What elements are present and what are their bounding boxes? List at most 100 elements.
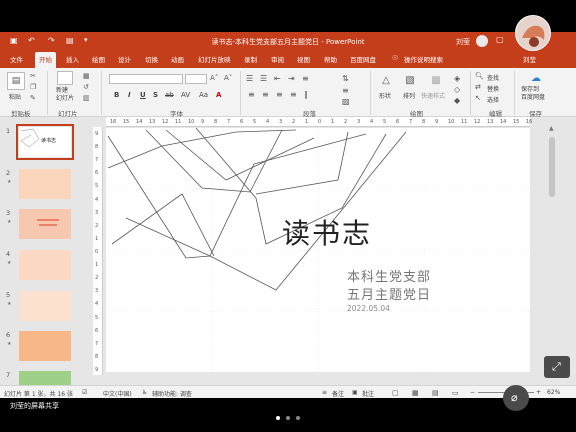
zoom-in-icon[interactable]: + xyxy=(536,389,541,396)
slide-thumbnail-5[interactable] xyxy=(19,291,71,321)
zoom-level[interactable]: 62% xyxy=(547,389,560,396)
cut-icon[interactable]: ✂ xyxy=(30,72,36,80)
shape-fill-icon[interactable]: ◈ xyxy=(454,74,460,83)
slide-canvas[interactable]: 读书志 本科生党支部 五月主题党日 2022.05.04 xyxy=(106,128,530,372)
find-icon[interactable]: 🔍︎ xyxy=(475,72,484,80)
tab-record[interactable]: 录制 xyxy=(244,54,257,64)
replace-button[interactable]: 替换 xyxy=(487,84,499,93)
slide-title[interactable]: 读书志 xyxy=(282,212,372,252)
tab-transitions[interactable]: 切换 xyxy=(145,54,158,64)
select-button[interactable]: 选择 xyxy=(487,95,499,104)
new-slide-button[interactable]: 新建 幻灯片 xyxy=(56,87,74,103)
slide-thumbnail-2[interactable] xyxy=(19,169,71,199)
spelling-check-icon[interactable]: ☑ xyxy=(82,389,87,396)
align-right-icon[interactable]: ≡ xyxy=(276,90,283,99)
align-left-icon[interactable]: ≡ xyxy=(248,90,255,99)
shape-effects-icon[interactable]: ◆ xyxy=(454,96,460,105)
scroll-up-icon[interactable]: ▲ xyxy=(549,125,554,132)
copy-icon[interactable]: ❐ xyxy=(30,83,36,91)
slide-sorter-icon[interactable]: ▦ xyxy=(412,389,419,397)
font-color-icon[interactable]: A xyxy=(216,91,221,99)
text-direction-icon[interactable]: ⇅ xyxy=(342,74,349,83)
smartart-icon[interactable]: ▨ xyxy=(342,97,350,106)
comments-button[interactable]: 批注 xyxy=(362,389,374,398)
page-indicator-dot[interactable] xyxy=(296,416,300,420)
accessibility-icon[interactable]: ♿ xyxy=(142,389,147,396)
reset-icon[interactable]: ↺ xyxy=(83,83,89,91)
format-painter-icon[interactable]: ✎ xyxy=(30,94,36,102)
slide-thumbnail-6[interactable] xyxy=(19,331,71,361)
section-icon[interactable]: ▥ xyxy=(83,94,90,102)
shape-outline-icon[interactable]: ◇ xyxy=(454,85,460,94)
underline-button[interactable]: U xyxy=(140,91,146,99)
normal-view-icon[interactable]: ▢ xyxy=(392,389,399,397)
zoom-out-icon[interactable]: − xyxy=(470,389,475,396)
tab-home[interactable]: 开始 xyxy=(35,52,56,68)
vertical-scrollbar[interactable]: ▲ xyxy=(547,117,576,385)
increase-font-icon[interactable]: A˄ xyxy=(210,74,218,82)
increase-indent-icon[interactable]: ⇥ xyxy=(288,74,295,83)
new-slide-icon[interactable] xyxy=(57,71,73,85)
microphone-button[interactable]: ⌀ xyxy=(503,385,529,411)
line-spacing-icon[interactable]: ≡ xyxy=(302,74,309,83)
font-size-dropdown[interactable] xyxy=(185,74,207,84)
slide-thumbnail-4[interactable] xyxy=(19,250,71,280)
slide-thumbnail-panel[interactable]: 1 读书志 2 ★ 3 ★ 4 ★ 5 ★ 6 ★ 7 xyxy=(0,117,80,385)
slide-thumbnail-1[interactable]: 读书志 xyxy=(16,124,74,160)
notes-icon[interactable]: ≡ xyxy=(322,389,327,396)
tab-view[interactable]: 视图 xyxy=(297,54,310,64)
page-indicator-dot[interactable] xyxy=(276,416,280,420)
slide-thumbnail-7[interactable] xyxy=(19,371,71,385)
shadow-button[interactable]: S xyxy=(153,91,158,99)
comments-icon[interactable]: ▣ xyxy=(352,389,358,396)
tell-me-search[interactable]: 操作说明搜索 xyxy=(404,54,443,64)
accessibility-text[interactable]: 辅助功能: 调查 xyxy=(152,389,192,398)
tab-insert[interactable]: 插入 xyxy=(66,54,79,64)
change-case-button[interactable]: Aa xyxy=(199,91,208,99)
slide-subtitle-line2[interactable]: 五月主题党日 xyxy=(347,284,431,303)
quick-styles-icon[interactable]: ▩ xyxy=(428,72,444,88)
slide-subtitle-line1[interactable]: 本科生党支部 xyxy=(347,266,431,285)
arrange-icon[interactable]: ▧ xyxy=(402,72,418,88)
justify-icon[interactable]: ≡ xyxy=(290,90,297,99)
decrease-font-icon[interactable]: A˅ xyxy=(224,74,232,82)
page-indicator-dot[interactable] xyxy=(286,416,290,420)
expand-view-button[interactable]: ⤢ xyxy=(544,356,570,378)
slide-date[interactable]: 2022.05.04 xyxy=(347,304,390,313)
baidu-cloud-icon[interactable]: ☁ xyxy=(528,72,544,84)
paste-icon[interactable]: ▤ xyxy=(7,72,25,90)
user-name[interactable]: 刘莹 xyxy=(456,37,470,47)
tab-design[interactable]: 设计 xyxy=(118,54,131,64)
notes-button[interactable]: 备注 xyxy=(332,389,344,398)
presenter-avatar[interactable] xyxy=(515,15,551,51)
tab-draw[interactable]: 绘图 xyxy=(92,54,105,64)
replace-icon[interactable]: ⇄ xyxy=(475,83,481,91)
reading-view-icon[interactable]: ▤ xyxy=(432,389,439,397)
slide-thumbnail-3[interactable] xyxy=(19,209,71,239)
tab-review[interactable]: 审阅 xyxy=(271,54,284,64)
bold-button[interactable]: B xyxy=(114,91,119,99)
scrollbar-thumb[interactable] xyxy=(549,137,555,197)
font-family-dropdown[interactable] xyxy=(109,74,183,84)
slideshow-view-icon[interactable]: ▭ xyxy=(452,389,459,397)
tab-animations[interactable]: 动画 xyxy=(171,54,184,64)
tab-slideshow[interactable]: 幻灯片放映 xyxy=(198,54,231,64)
layout-icon[interactable]: ▦ xyxy=(83,72,90,80)
align-text-icon[interactable]: ≡ xyxy=(342,86,349,95)
shapes-icon[interactable]: △ xyxy=(378,72,394,88)
language-text[interactable]: 中文(中国) xyxy=(103,389,132,398)
user-avatar[interactable] xyxy=(476,35,488,47)
numbering-icon[interactable]: ☰ xyxy=(260,74,267,83)
decrease-indent-icon[interactable]: ⇤ xyxy=(274,74,281,83)
save-to-baidu-button[interactable]: 保存到 百度网盘 xyxy=(521,86,545,102)
char-spacing-button[interactable]: AV xyxy=(181,91,190,99)
ribbon-display-options-icon[interactable]: ▢ xyxy=(496,35,504,44)
select-icon[interactable]: ↖ xyxy=(475,94,481,102)
tab-help[interactable]: 帮助 xyxy=(324,54,337,64)
italic-button[interactable]: I xyxy=(128,91,131,99)
columns-icon[interactable]: ∥ xyxy=(304,90,308,99)
find-button[interactable]: 查找 xyxy=(487,73,499,82)
bullets-icon[interactable]: ☰ xyxy=(246,74,253,83)
align-center-icon[interactable]: ≡ xyxy=(262,90,269,99)
tab-file[interactable]: 文件 xyxy=(10,54,23,64)
